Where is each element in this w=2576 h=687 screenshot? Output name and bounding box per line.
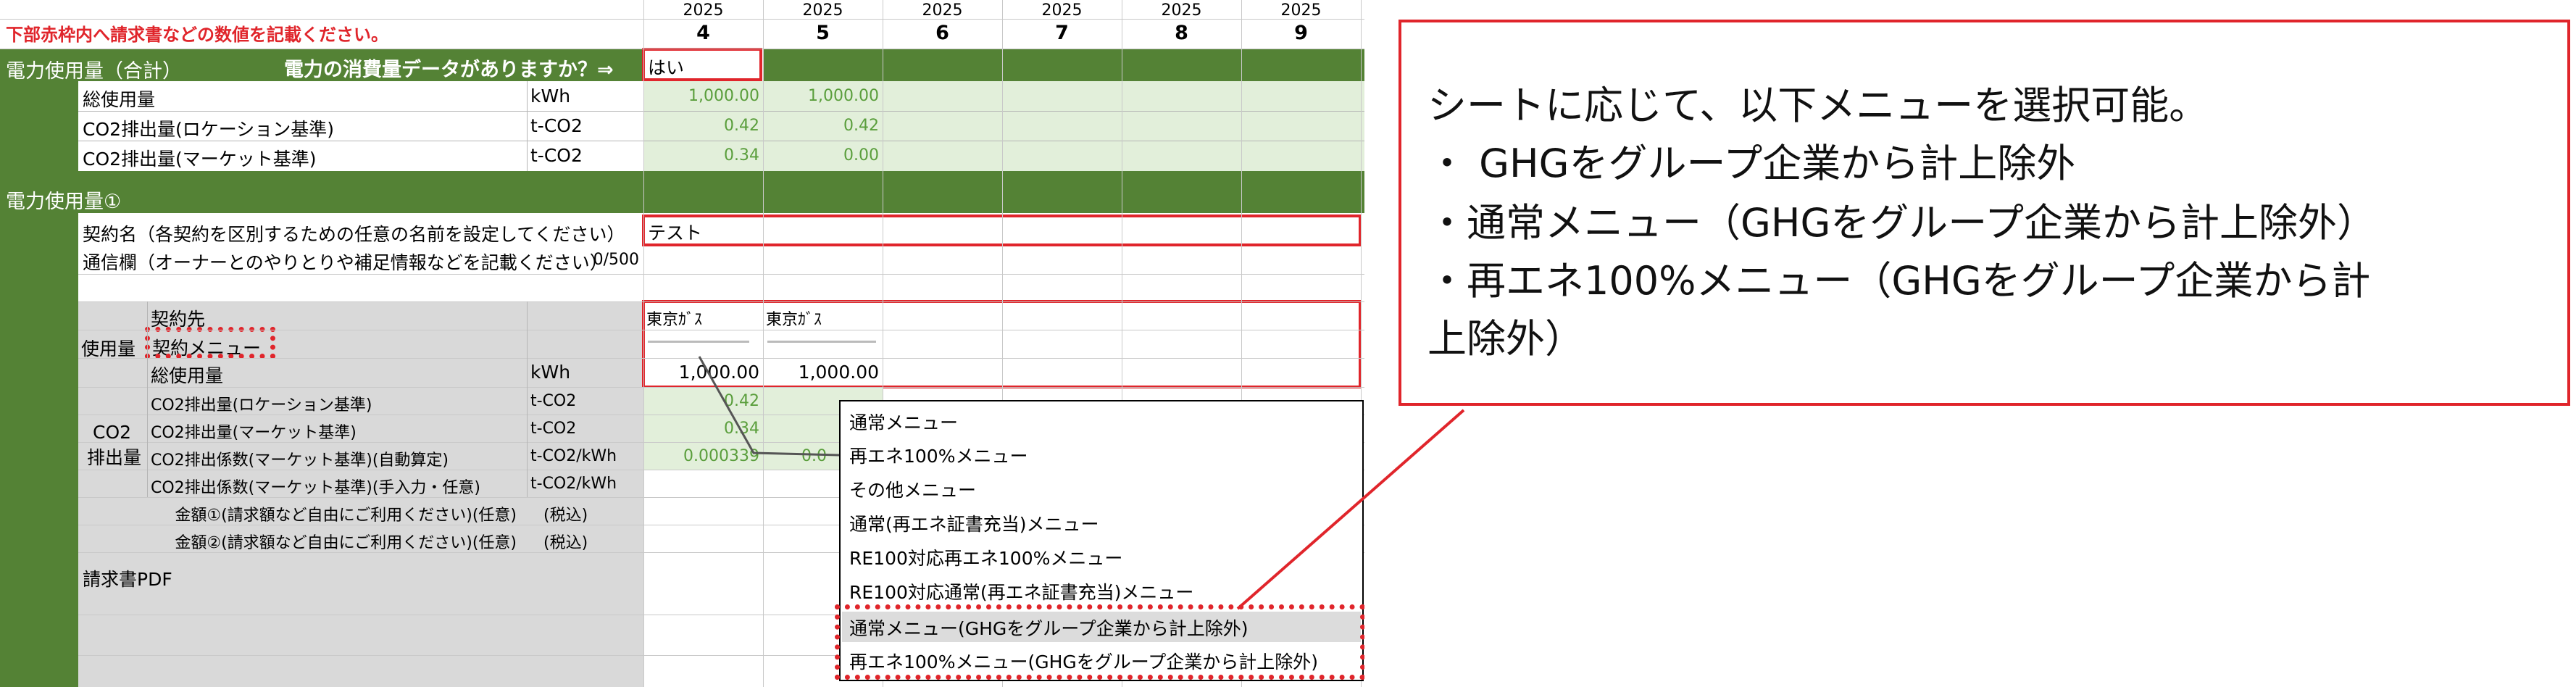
callout-line: ・通常メニュー（GHGをグループ企業から計上除外）: [1427, 200, 2377, 246]
callout-line: ・ GHGをグループ企業から計上除外: [1427, 141, 2076, 186]
callout-line: ・再エネ100%メニュー（GHGをグループ企業から計: [1427, 258, 2371, 304]
callout-line: 上除外）: [1427, 316, 1584, 362]
callout-line: シートに応じて、以下メニューを選択可能。: [1427, 83, 2209, 128]
callout-box: シートに応じて、以下メニューを選択可能。 ・ GHGをグループ企業から計上除外 …: [1399, 20, 2570, 406]
